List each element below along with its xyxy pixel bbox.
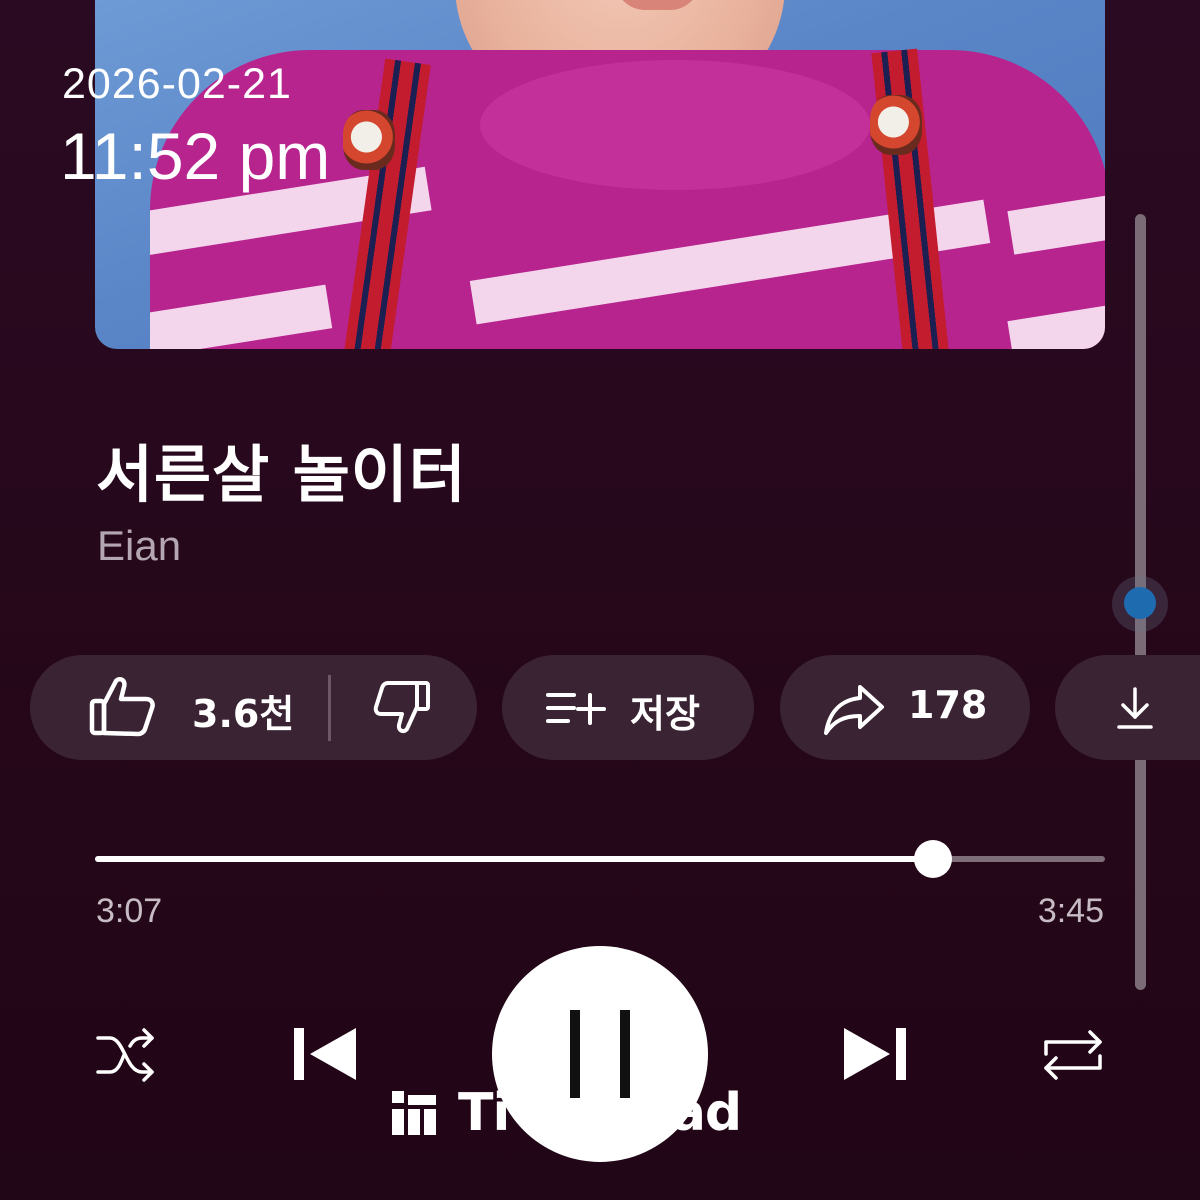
save-button[interactable]: 저장 — [502, 655, 754, 760]
thumbs-up-icon[interactable] — [88, 673, 156, 741]
total-duration: 3:45 — [1037, 892, 1104, 930]
scrollbar-thumb[interactable] — [1124, 587, 1156, 619]
artist-name[interactable]: Eian — [97, 522, 181, 570]
share-button[interactable]: 178 — [780, 655, 1030, 760]
like-dislike-chip: 3.6천 — [30, 655, 477, 760]
album-art-stripe — [1007, 189, 1105, 255]
album-art-shirt — [150, 50, 1105, 349]
progress-knob[interactable] — [914, 840, 953, 878]
thumbs-down-icon[interactable] — [373, 679, 431, 737]
pause-icon — [568, 1010, 632, 1098]
like-count[interactable]: 3.6천 — [192, 683, 294, 738]
like-dislike-divider — [328, 675, 331, 741]
progress-bar[interactable] — [95, 840, 1105, 878]
pause-button[interactable] — [492, 946, 708, 1162]
threads-logo-icon — [390, 1089, 438, 1137]
save-label: 저장 — [630, 692, 700, 736]
download-button[interactable] — [1055, 655, 1200, 760]
share-arrow-icon — [822, 683, 886, 737]
album-art-stripe — [150, 284, 333, 349]
download-icon — [1115, 685, 1155, 733]
progress-fill — [95, 856, 934, 862]
playlist-add-icon — [544, 689, 608, 729]
song-title: 서른살 놀이터 — [96, 438, 467, 511]
album-art-pin-right — [870, 95, 922, 155]
skip-previous-icon[interactable] — [292, 1024, 360, 1084]
album-art-stripe — [1007, 299, 1105, 349]
shuffle-icon[interactable] — [94, 1026, 158, 1084]
music-player-screen: 2026-02-21 11:52 pm 서른살 놀이터 Eian 3.6천 저장… — [0, 0, 1200, 1200]
skip-next-icon[interactable] — [840, 1024, 908, 1084]
album-art-collar — [480, 60, 870, 190]
repeat-icon[interactable] — [1040, 1026, 1106, 1084]
album-art-pin-left — [343, 110, 395, 170]
overlay-date: 2026-02-21 — [62, 60, 292, 108]
share-count: 178 — [908, 683, 988, 727]
elapsed-time: 3:07 — [96, 892, 163, 930]
overlay-time: 11:52 pm — [60, 119, 331, 193]
